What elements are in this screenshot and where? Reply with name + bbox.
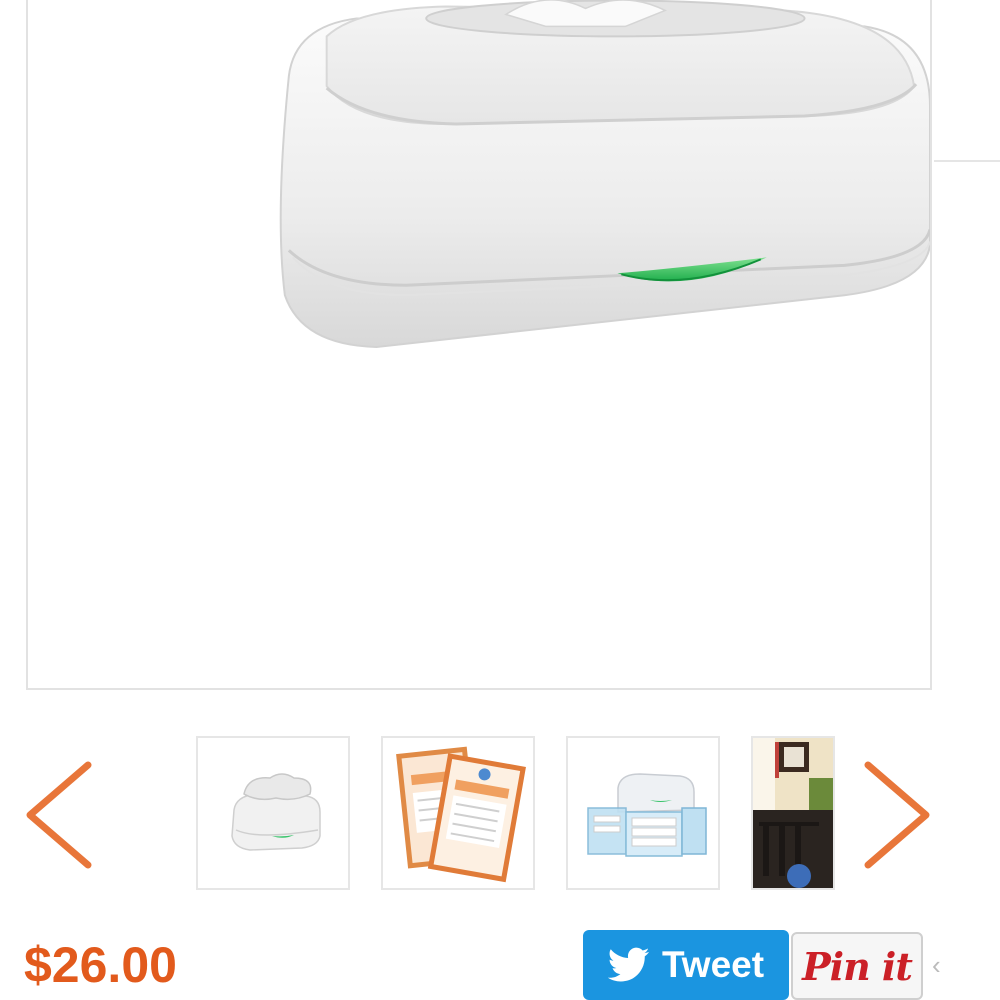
thumbnail-nursery[interactable]: [751, 736, 835, 890]
partial-share-edge: ‹: [932, 950, 941, 980]
main-product-image[interactable]: [28, 0, 930, 688]
side-divider: [934, 160, 1000, 162]
thumbnail-pillow-packs[interactable]: [381, 736, 535, 890]
chevron-right-icon: [864, 761, 930, 869]
twitter-bird-icon: [607, 947, 650, 982]
gallery-prev-button[interactable]: [16, 755, 96, 875]
chevron-left-icon: [26, 761, 92, 869]
pin-it-button[interactable]: Pin it: [791, 932, 923, 1000]
gallery-next-button[interactable]: [860, 755, 940, 875]
thumbnail-pillow-packs-image: [396, 746, 526, 883]
product-price: $26.00: [24, 937, 177, 993]
pin-it-label: Pin it: [802, 943, 913, 989]
thumbnail-warmer-image: [231, 773, 321, 851]
thumbnail-nursery-image: [753, 738, 833, 888]
main-image-frame: [26, 0, 932, 690]
thumbnail-warmer[interactable]: [196, 736, 350, 890]
thumbnail-caddy-image: [587, 773, 707, 857]
thumbnail-caddy[interactable]: [566, 736, 720, 890]
tweet-label: Tweet: [661, 944, 765, 985]
tweet-button[interactable]: Tweet: [583, 930, 789, 1000]
